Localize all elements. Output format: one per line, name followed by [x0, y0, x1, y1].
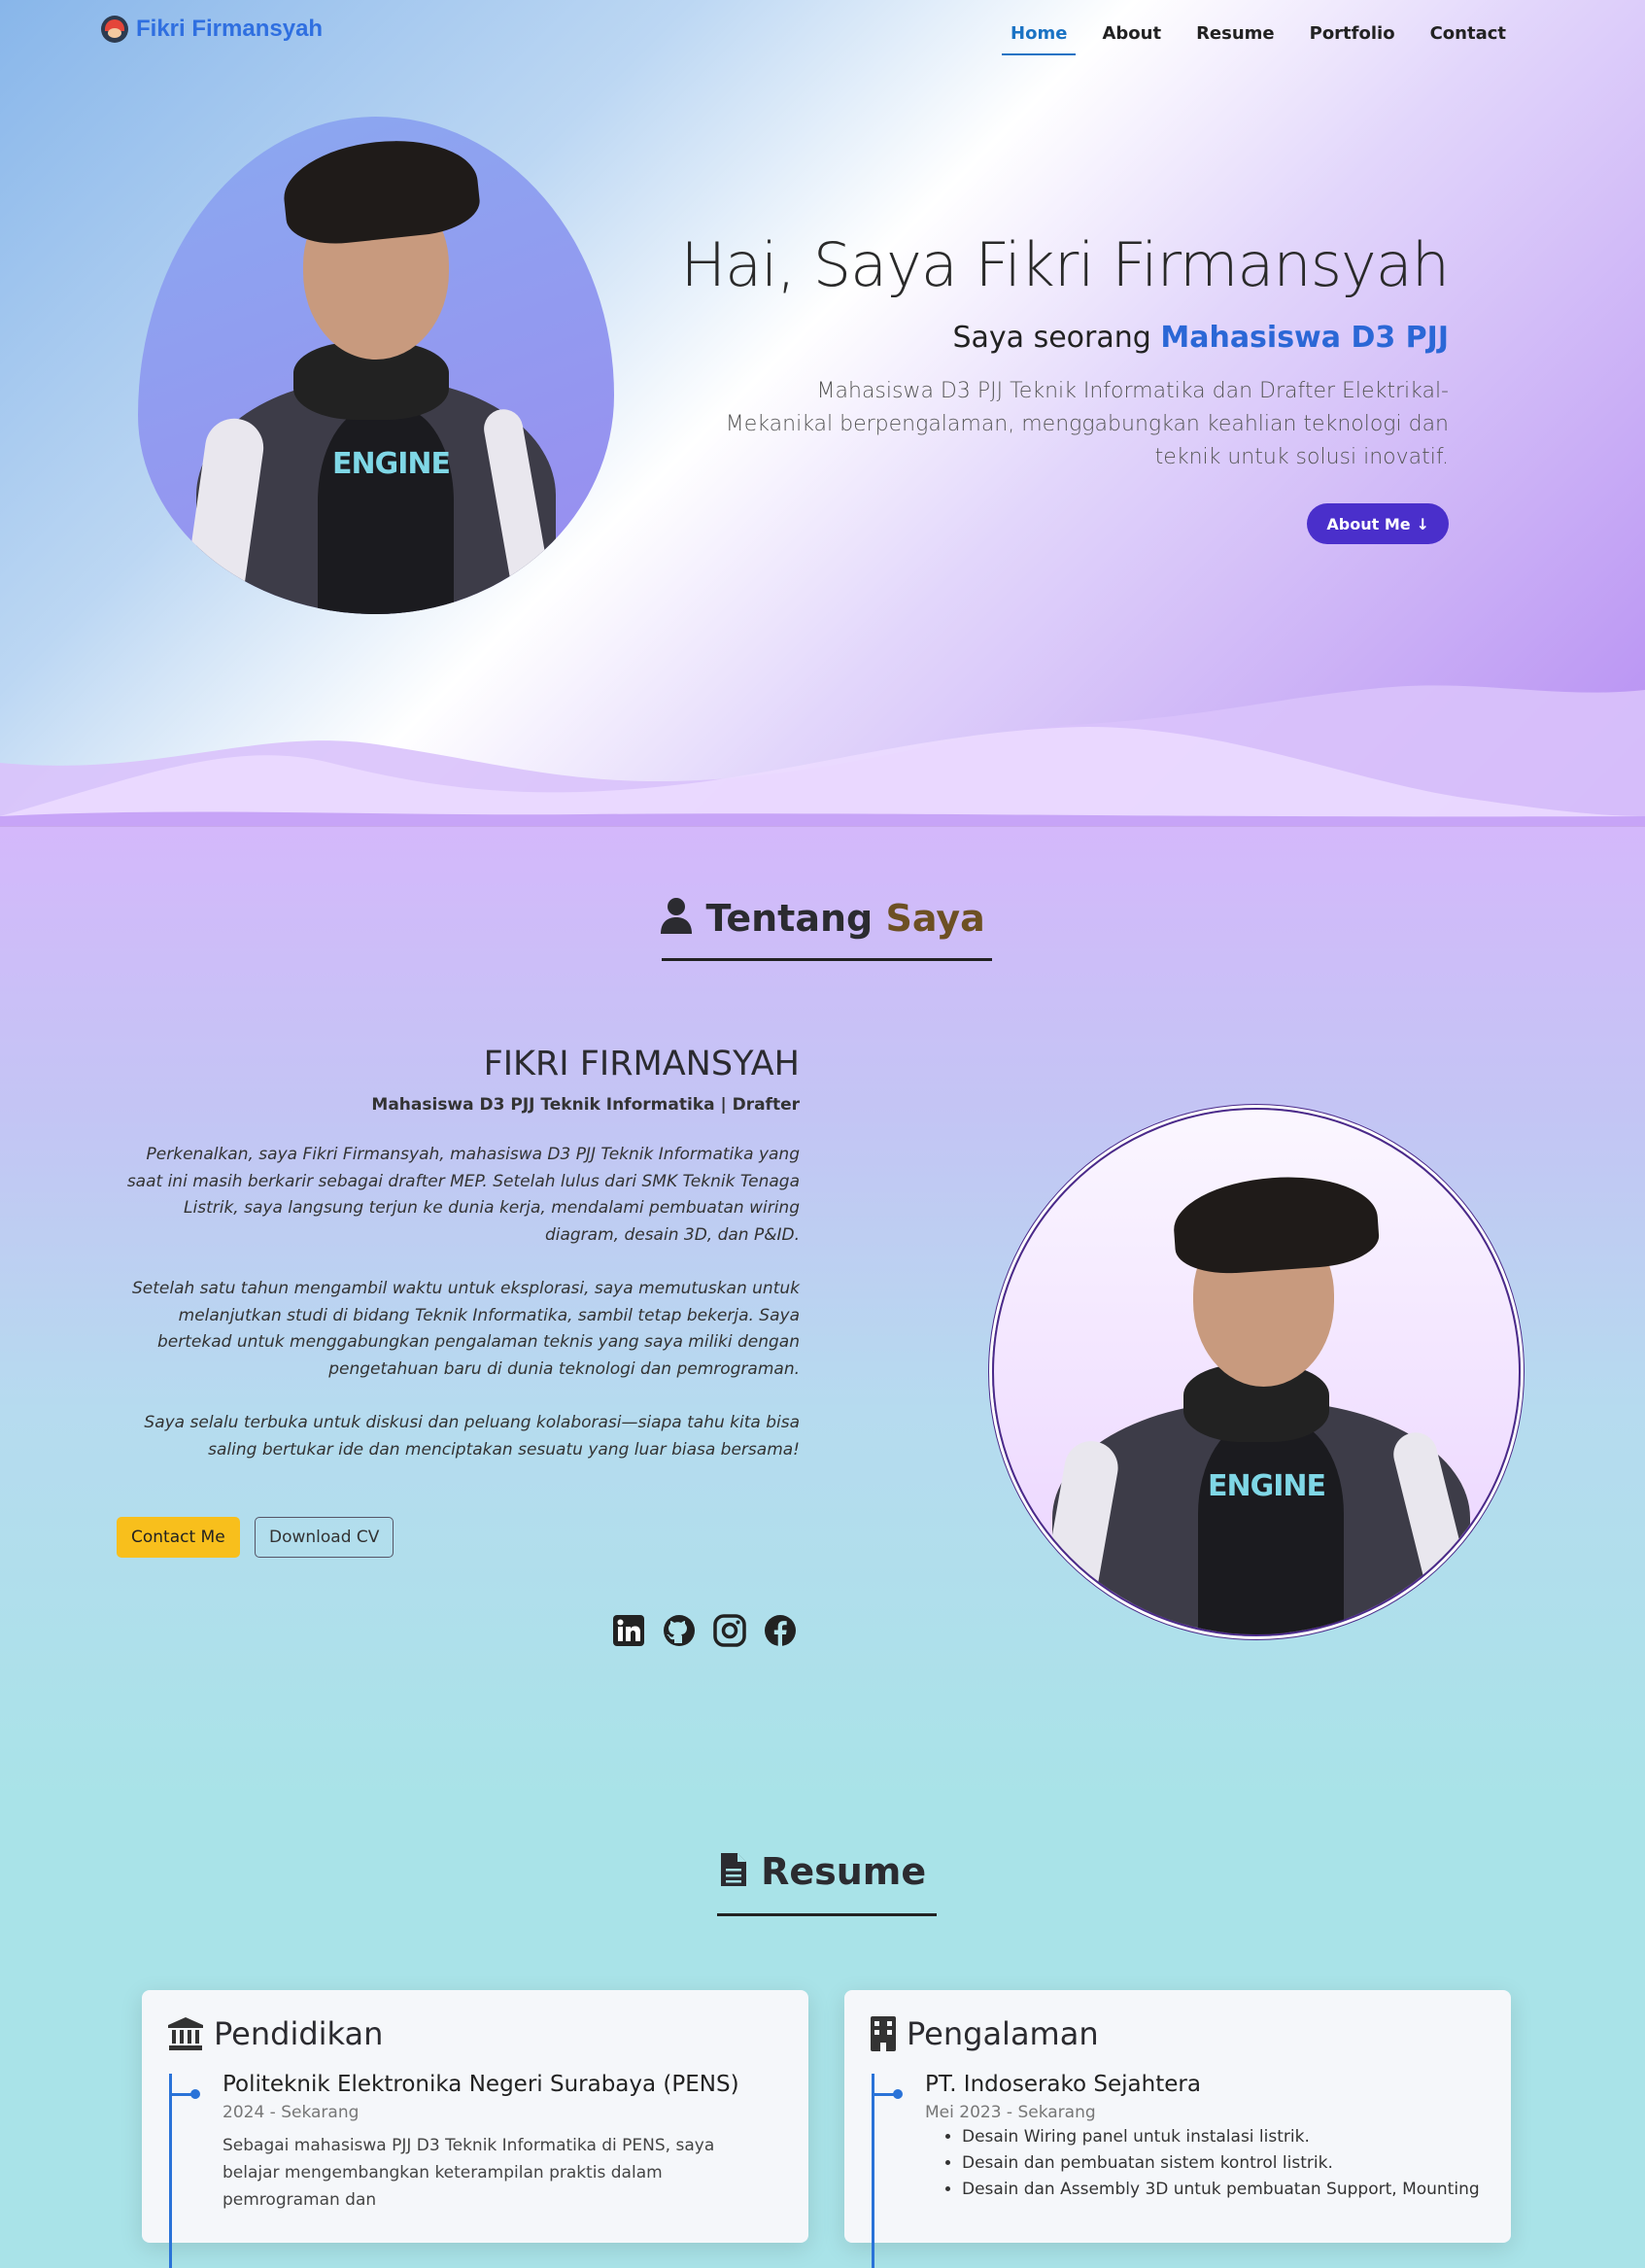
education-item-text: Sebagai mahasiswa PJJ D3 Teknik Informat… [223, 2136, 715, 2210]
resume-title: Resume [0, 1850, 1645, 1893]
hero-profile-photo: ENGINE [138, 117, 614, 614]
about-paragraph-1: Perkenalkan, saya Fikri Firmansyah, maha… [126, 1145, 800, 1245]
nav-links: Home About Resume Portfolio Contact [984, 19, 1515, 55]
list-item: Desain dan Assembly 3D untuk pembuatan S… [962, 2177, 1506, 2203]
navbar: Fikri Firmansyah Home About Resume Portf… [0, 0, 1645, 64]
social-links [612, 1614, 797, 1647]
hero-subtitle-prefix: Saya seorang [952, 321, 1151, 355]
education-heading: Pendidikan [167, 2015, 383, 2052]
experience-timeline-dot [893, 2089, 903, 2099]
hair [279, 131, 483, 250]
hero-wave [0, 685, 1645, 826]
nav-link-portfolio[interactable]: Portfolio [1301, 19, 1404, 55]
experience-timeline-line [872, 2074, 874, 2268]
hero-subtitle: Saya seorang Mahasiswa D3 PJJ [952, 321, 1449, 355]
brand-logo-icon [101, 16, 128, 43]
about-section: Tentang Saya FIKRI FIRMANSYAH Mahasiswa … [0, 826, 1645, 1799]
person-figure: ENGINE [138, 117, 614, 614]
about-title-part1: Tentang [705, 897, 874, 940]
experience-heading-text: Pengalaman [907, 2015, 1099, 2052]
list-item: Desain Wiring panel untuk instalasi list… [962, 2124, 1506, 2150]
education-card: Pendidikan Politeknik Elektronika Negeri… [142, 1990, 808, 2268]
about-me-button[interactable]: About Me ↓ [1307, 503, 1449, 544]
experience-bullet-list: Desain Wiring panel untuk instalasi list… [925, 2124, 1506, 2203]
nav-link-contact[interactable]: Contact [1422, 19, 1515, 55]
experience-heading: Pengalaman [870, 2015, 1099, 2052]
about-name: FIKRI FIRMANSYAH [483, 1045, 800, 1083]
about-title-underline [662, 958, 992, 961]
experience-timeline-tick [872, 2093, 895, 2096]
resume-title-text: Resume [761, 1850, 927, 1893]
education-timeline-line [169, 2074, 172, 2268]
download-cv-button[interactable]: Download CV [255, 1517, 394, 1558]
linkedin-icon[interactable] [612, 1614, 645, 1647]
about-role: Mahasiswa D3 PJJ Teknik Informatika | Dr… [371, 1095, 800, 1115]
about-paragraph-2: Setelah satu tahun mengambil waktu untuk… [131, 1279, 800, 1379]
nav-link-home[interactable]: Home [1002, 19, 1077, 55]
nav-link-about[interactable]: About [1093, 19, 1170, 55]
experience-item-title: PT. Indoserako Sejahtera [925, 2072, 1201, 2097]
resume-title-underline [717, 1913, 937, 1916]
education-timeline-dot [190, 2089, 200, 2099]
document-icon [720, 1853, 746, 1886]
hero-subtitle-accent: Mahasiswa D3 PJJ [1160, 321, 1449, 355]
about-title: Tentang Saya [0, 897, 1645, 940]
instagram-icon[interactable] [713, 1614, 746, 1647]
shirt [318, 408, 454, 614]
shirt-2 [1198, 1421, 1344, 1634]
facebook-icon[interactable] [764, 1614, 797, 1647]
about-profile-photo: ENGINE [992, 1108, 1521, 1636]
education-item-date: 2024 - Sekarang [223, 2103, 360, 2122]
hero-section: Fikri Firmansyah Home About Resume Portf… [0, 0, 1645, 826]
shirt-logo-2: ENGINE [1208, 1469, 1326, 1503]
person-figure-2: ENGINE [994, 1110, 1519, 1634]
contact-me-button[interactable]: Contact Me [117, 1517, 240, 1558]
brand-name[interactable]: Fikri Firmansyah [136, 16, 323, 43]
building-icon [871, 2016, 896, 2051]
nav-link-resume[interactable]: Resume [1187, 19, 1284, 55]
education-heading-text: Pendidikan [214, 2015, 384, 2052]
hero-description: Mahasiswa D3 PJJ Teknik Informatika dan … [725, 379, 1449, 469]
brand[interactable]: Fikri Firmansyah [101, 16, 323, 43]
hair-2 [1170, 1170, 1382, 1278]
shirt-logo: ENGINE [332, 447, 451, 481]
experience-item-date: Mei 2023 - Sekarang [925, 2103, 1096, 2122]
education-item-title: Politeknik Elektronika Negeri Surabaya (… [223, 2072, 739, 2097]
arrow-down-icon: ↓ [1416, 514, 1429, 533]
education-timeline-tick [169, 2093, 192, 2096]
institution-icon [168, 2017, 203, 2050]
user-icon [661, 898, 693, 934]
about-title-part2: Saya [885, 897, 985, 940]
list-item: Desain dan pembuatan sistem kontrol list… [962, 2150, 1506, 2177]
experience-card: Pengalaman PT. Indoserako Sejahtera Mei … [844, 1990, 1511, 2268]
hero-title: Hai, Saya Fikri Firmansyah [680, 229, 1450, 300]
about-me-button-label: About Me [1326, 514, 1411, 533]
github-icon[interactable] [663, 1614, 696, 1647]
about-paragraph-3: Saya selalu terbuka untuk diskusi dan pe… [144, 1413, 800, 1460]
